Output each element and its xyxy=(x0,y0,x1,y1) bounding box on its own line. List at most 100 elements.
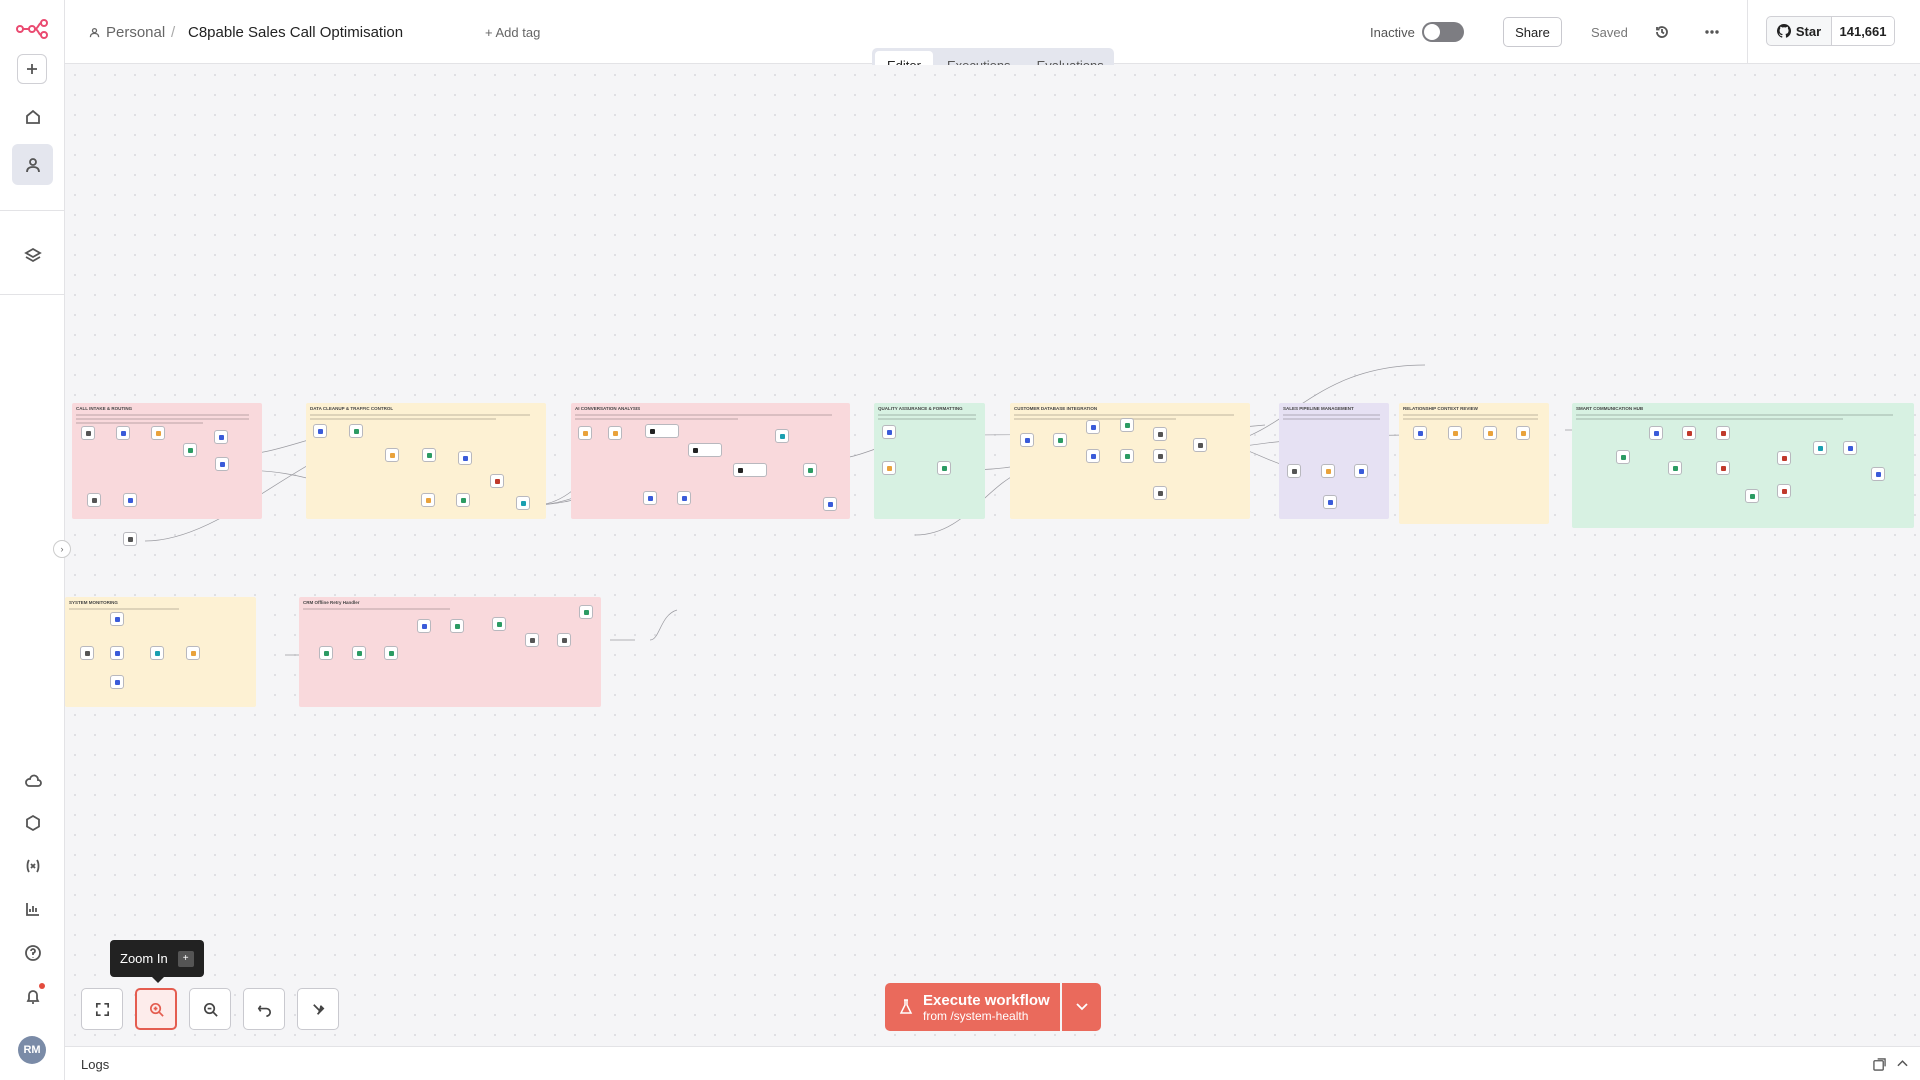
workflow-node[interactable] xyxy=(450,619,464,633)
workflow-node[interactable] xyxy=(1871,467,1885,481)
workflow-node[interactable] xyxy=(421,493,435,507)
execute-options-button[interactable] xyxy=(1062,983,1101,1031)
github-star-button[interactable]: Star 141,661 xyxy=(1766,16,1895,46)
workflow-node[interactable] xyxy=(1321,464,1335,478)
workflow-node[interactable] xyxy=(557,633,571,647)
workflow-node[interactable] xyxy=(1777,451,1791,465)
workflow-node[interactable] xyxy=(458,451,472,465)
sticky-note[interactable]: AI CONVERSATION ANALYSIS xyxy=(571,403,850,519)
workflow-node[interactable] xyxy=(110,612,124,626)
workflow-node[interactable] xyxy=(456,493,470,507)
workflow-node[interactable] xyxy=(422,448,436,462)
workflow-node[interactable] xyxy=(87,493,101,507)
workflow-node[interactable] xyxy=(110,675,124,689)
workflow-node[interactable] xyxy=(937,461,951,475)
breadcrumb-project[interactable]: Personal xyxy=(106,24,165,41)
more-options-icon[interactable] xyxy=(1702,22,1722,42)
workflow-node[interactable] xyxy=(313,424,327,438)
workflow-node[interactable] xyxy=(1516,426,1530,440)
workflow-node[interactable] xyxy=(643,491,657,505)
sticky-note[interactable]: RELATIONSHIP CONTEXT REVIEW xyxy=(1399,403,1549,524)
workflow-node[interactable] xyxy=(492,617,506,631)
workflow-node[interactable] xyxy=(349,424,363,438)
workflow-node[interactable] xyxy=(1020,433,1034,447)
workflow-node[interactable] xyxy=(775,429,789,443)
workflow-node[interactable] xyxy=(215,457,229,471)
workflow-node[interactable] xyxy=(490,474,504,488)
home-icon[interactable] xyxy=(12,96,53,137)
workflow-node[interactable] xyxy=(1668,461,1682,475)
logs-panel[interactable]: Logs xyxy=(65,1046,1920,1080)
workflow-node[interactable] xyxy=(1086,420,1100,434)
avatar[interactable]: RM xyxy=(18,1036,46,1064)
history-icon[interactable] xyxy=(1652,22,1672,42)
variables-icon[interactable] xyxy=(12,845,53,886)
personal-icon[interactable] xyxy=(12,144,53,185)
workflow-node[interactable] xyxy=(123,532,137,546)
workflow-node[interactable] xyxy=(183,443,197,457)
workflow-node[interactable] xyxy=(1086,449,1100,463)
popout-icon[interactable] xyxy=(1873,1058,1886,1071)
workflow-node[interactable] xyxy=(578,426,592,440)
workflow-node[interactable] xyxy=(1193,438,1207,452)
workflow-node[interactable] xyxy=(823,497,837,511)
zoom-out-button[interactable] xyxy=(189,988,231,1030)
workflow-node[interactable] xyxy=(1053,433,1067,447)
workflow-node[interactable] xyxy=(352,646,366,660)
workflow-node[interactable] xyxy=(1287,464,1301,478)
workflow-node[interactable] xyxy=(525,633,539,647)
workflow-canvas[interactable]: CALL INTAKE & ROUTING DATA CLEANUP & TRA… xyxy=(53,65,1920,1045)
workflow-node[interactable] xyxy=(516,496,530,510)
workflow-node[interactable] xyxy=(1813,441,1827,455)
fit-view-button[interactable] xyxy=(81,988,123,1030)
workflow-node[interactable] xyxy=(1777,484,1791,498)
workflow-node[interactable] xyxy=(1616,450,1630,464)
templates-icon[interactable] xyxy=(12,802,53,843)
workflow-node[interactable] xyxy=(1323,495,1337,509)
workflow-node[interactable] xyxy=(151,426,165,440)
workflow-node[interactable] xyxy=(1716,461,1730,475)
workflow-node[interactable] xyxy=(80,646,94,660)
workflow-node[interactable] xyxy=(803,463,817,477)
sticky-note[interactable]: SMART COMMUNICATION HUB xyxy=(1572,403,1914,528)
n8n-logo[interactable] xyxy=(16,18,48,40)
workflow-node[interactable] xyxy=(81,426,95,440)
workflow-node[interactable] xyxy=(1120,449,1134,463)
workflow-node[interactable] xyxy=(1153,486,1167,500)
workflow-node[interactable] xyxy=(1153,427,1167,441)
zoom-in-button[interactable] xyxy=(135,988,177,1030)
workflow-node[interactable] xyxy=(1448,426,1462,440)
chevron-up-icon[interactable] xyxy=(1897,1059,1908,1067)
workflow-node[interactable] xyxy=(214,430,228,444)
tidy-up-button[interactable] xyxy=(297,988,339,1030)
workflow-node[interactable] xyxy=(186,646,200,660)
help-icon[interactable] xyxy=(12,932,53,973)
workflow-node[interactable] xyxy=(123,493,137,507)
workflow-node[interactable] xyxy=(1649,426,1663,440)
workflow-node[interactable] xyxy=(150,646,164,660)
workflow-node[interactable] xyxy=(882,425,896,439)
workflow-node[interactable] xyxy=(1682,426,1696,440)
add-tag-link[interactable]: + Add tag xyxy=(485,25,540,40)
share-button[interactable]: Share xyxy=(1503,17,1562,47)
workflow-node[interactable] xyxy=(1483,426,1497,440)
workflow-node[interactable] xyxy=(1843,441,1857,455)
workflow-node[interactable] xyxy=(384,646,398,660)
workflow-node[interactable] xyxy=(1354,464,1368,478)
cloud-icon[interactable] xyxy=(12,760,53,801)
reset-zoom-button[interactable] xyxy=(243,988,285,1030)
workflow-node[interactable] xyxy=(579,605,593,619)
bell-icon[interactable] xyxy=(12,975,53,1016)
workflow-node[interactable] xyxy=(882,461,896,475)
workflow-node[interactable] xyxy=(1120,418,1134,432)
insights-icon[interactable] xyxy=(12,888,53,929)
expand-panel-button[interactable]: › xyxy=(53,540,71,558)
workflow-node[interactable] xyxy=(645,424,679,438)
workflow-node[interactable] xyxy=(385,448,399,462)
workflow-node[interactable] xyxy=(677,491,691,505)
sticky-note[interactable]: CRM Offline Retry Handler xyxy=(299,597,601,707)
add-button[interactable] xyxy=(17,54,47,84)
workflow-node[interactable] xyxy=(1716,426,1730,440)
layers-icon[interactable] xyxy=(12,234,53,275)
workflow-node[interactable] xyxy=(319,646,333,660)
